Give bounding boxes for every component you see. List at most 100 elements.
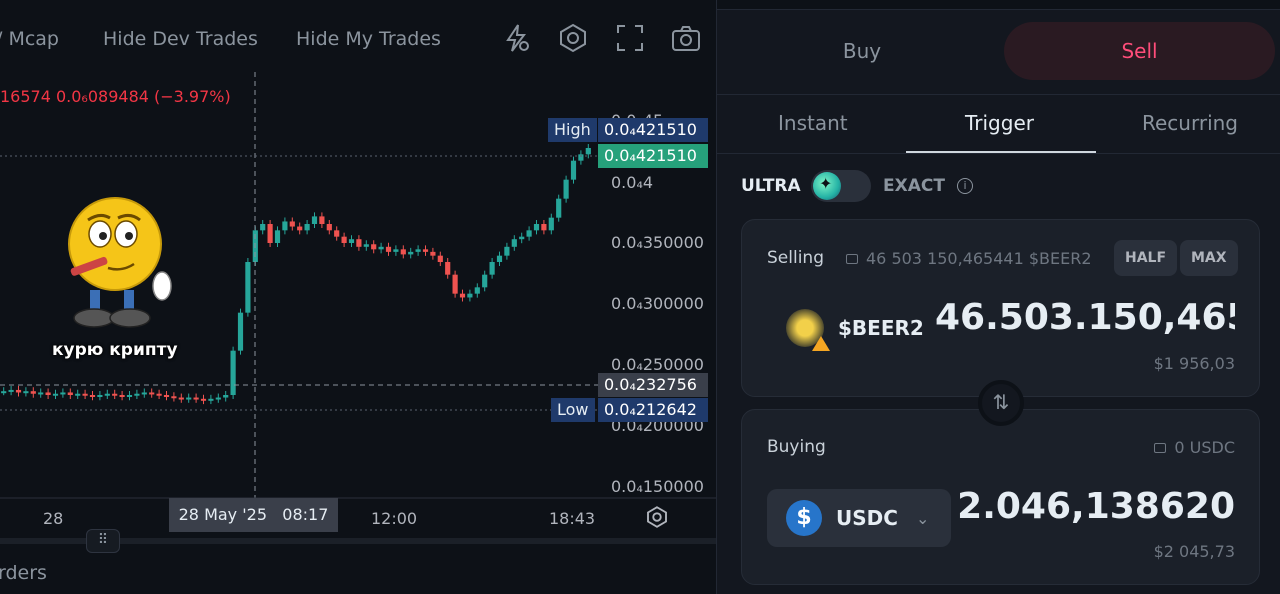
candle [371,244,377,250]
price-tick: 0.0₄4 [611,173,654,192]
candle [208,398,214,401]
candle [570,160,577,180]
trade-panel: Buy Sell Instant Trigger Recurring ULTRA… [716,0,1280,594]
selling-title: Selling [767,248,824,268]
time-tick: 12:00 [371,509,418,528]
price-tick: 0.0₄350000 [611,233,704,252]
panel-top-border [717,0,1280,10]
active-tab-indicator [906,151,1096,153]
candle [260,224,266,231]
candle [1,391,7,394]
selling-balance: 46 503 150,465441 $BEER2 [846,249,1092,268]
candle [8,389,14,392]
candle [178,397,184,400]
buying-usd-value: $2 045,73 [1153,542,1235,561]
max-button[interactable]: MAX [1180,240,1238,276]
candle [437,255,443,262]
crosshair-time-tag: 28 May '25 08:17 [169,498,338,532]
candle [311,216,318,224]
buying-token-name: USDC [836,506,898,530]
candle [408,251,414,255]
candle [200,398,207,401]
candle [363,244,369,247]
low-tag-value: 0.0₄212642 [598,398,708,422]
candle [45,392,51,395]
buying-token-selector[interactable]: $ USDC ⌄ [767,489,951,547]
half-button[interactable]: HALF [1114,240,1178,276]
buying-balance: 0 USDC [1154,438,1235,457]
candle [163,395,170,397]
warning-icon [812,336,830,351]
sell-tab[interactable]: Sell [1004,22,1275,80]
wallet-icon [846,254,858,264]
candle [430,251,436,256]
orders-tab[interactable]: rders [0,562,47,584]
candle [385,246,392,252]
candle [126,395,133,397]
selling-card: Selling 46 503 150,465441 $BEER2 HALF MA… [741,219,1260,397]
candle [267,224,273,243]
candle [326,224,332,231]
crosshair-price-tag: 0.0₄232756 [598,373,708,397]
time-tick: 18:43 [549,509,596,528]
candle [171,396,177,399]
candle [156,393,162,396]
buy-tab[interactable]: Buy [757,22,967,80]
candle [230,350,236,395]
candle [223,395,229,398]
candle [282,221,288,231]
buying-balance-text: 0 USDC [1174,438,1235,457]
candle [60,392,66,395]
candle [393,249,399,252]
selling-balance-text: 46 503 150,465441 $BEER2 [866,249,1092,268]
last-price-tag: 0.0₄421510 [598,144,708,168]
drag-handle-icon[interactable]: ⠿ [86,529,120,553]
high-tag-value: 0.0₄421510 [598,118,708,142]
candle [304,224,310,231]
candle [556,198,562,218]
candle [482,274,488,288]
candle [533,224,540,231]
hexagon-settings-icon[interactable] [645,505,669,529]
candle [237,312,244,351]
chevron-down-icon: ⌄ [915,508,930,528]
candle [89,395,96,397]
candle [415,249,421,252]
beer2-token-icon [786,309,830,351]
selling-usd-value: $1 956,03 [1153,354,1235,373]
candle [548,217,554,231]
candle [341,236,347,243]
selling-amount-input[interactable]: 46.503.150,4654 [935,297,1235,338]
candle [289,221,295,227]
candle [348,239,355,243]
usdc-token-icon: $ [786,500,822,536]
ultra-exact-toggle[interactable]: ✦ [811,170,871,202]
tab-trigger[interactable]: Trigger [965,111,1034,135]
candle [75,393,81,396]
candle [119,395,125,397]
sparkle-icon: ✦ [813,172,841,200]
wallet-icon [1154,443,1167,453]
candle [378,246,384,250]
swap-direction-button[interactable]: ⇅ [978,380,1024,426]
tab-recurring[interactable]: Recurring [1142,111,1238,135]
selling-token-selector[interactable]: $BEER2 [786,309,924,351]
candle [519,236,525,240]
candle [459,293,466,298]
candle [504,246,510,256]
low-tag-name: Low [551,398,595,422]
candle [422,249,429,252]
buying-card: Buying 0 USDC $ USDC ⌄ 2.046,138620 $2 0… [741,409,1260,585]
candle [489,262,495,275]
candle [193,397,199,400]
info-icon[interactable]: i [957,178,973,194]
candle [104,393,110,396]
candle [319,216,325,224]
candle [274,230,281,243]
exact-label: EXACT [883,176,945,196]
candle [297,226,303,231]
tab-instant[interactable]: Instant [778,111,848,135]
candle [30,391,36,394]
candle [563,179,569,199]
crosshair-time: 08:17 [282,505,329,524]
